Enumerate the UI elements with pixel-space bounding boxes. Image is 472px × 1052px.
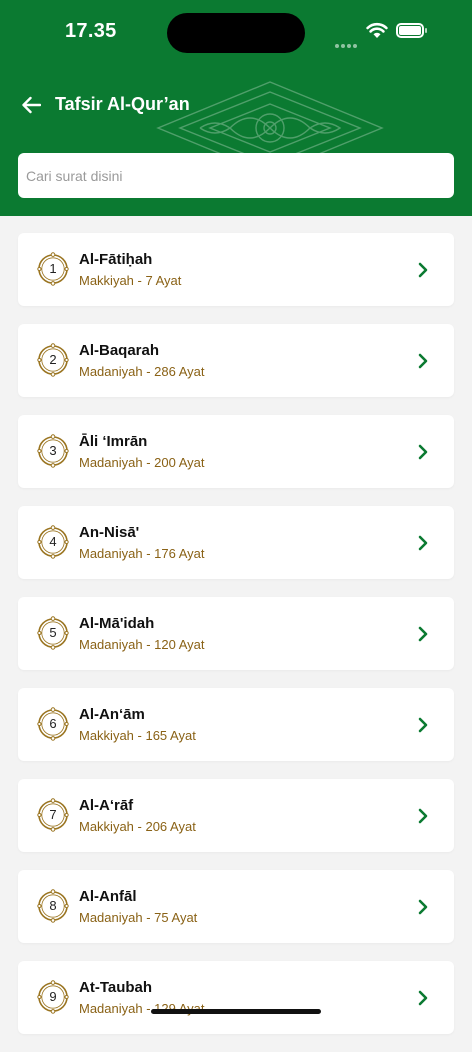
surah-number-badge: 5 [37, 616, 69, 650]
arrow-left-icon [22, 96, 41, 114]
surah-name: Al-A‘rāf [79, 797, 134, 814]
surah-name: At-Taubah [79, 979, 153, 996]
header-bar: 17.35 Tafsir Al-Qur’an Cari surat disini [0, 0, 472, 216]
search-input[interactable] [18, 153, 454, 198]
chevron-right-icon [418, 262, 428, 278]
surah-list-item[interactable]: 5 Al-Mā'idah Madaniyah - 120 Ayat [18, 597, 454, 670]
surah-info: Madaniyah - 75 Ayat [79, 910, 198, 925]
surah-info: Makkiyah - 206 Ayat [79, 819, 196, 834]
page-title: Tafsir Al-Qur’an [55, 94, 190, 114]
surah-info: Madaniyah - 176 Ayat [79, 546, 205, 561]
surah-number: 2 [49, 352, 57, 367]
status-time: 17.35 [65, 20, 117, 42]
surah-list-item[interactable]: 2 Al-Baqarah Madaniyah - 286 Ayat [18, 324, 454, 397]
surah-number-badge: 1 [37, 252, 69, 286]
surah-list-item[interactable]: 7 Al-A‘rāf Makkiyah - 206 Ayat [18, 779, 454, 852]
surah-number: 6 [49, 716, 57, 731]
surah-list-item[interactable]: 8 Al-Anfāl Madaniyah - 75 Ayat [18, 870, 454, 943]
surah-list-item[interactable]: 4 An-Nisā' Madaniyah - 176 Ayat [18, 506, 454, 579]
home-indicator [151, 1009, 321, 1014]
surah-name: Al-Anfāl [79, 888, 137, 905]
back-button[interactable] [14, 88, 48, 122]
surah-number: 4 [49, 534, 57, 549]
chevron-right-icon [418, 717, 428, 733]
chevron-right-icon [418, 353, 428, 369]
surah-info: Madaniyah - 286 Ayat [79, 364, 205, 379]
surah-list-item[interactable]: 1 Al-Fātiḥah Makkiyah - 7 Ayat [18, 233, 454, 306]
status-bar: 17.35 [0, 0, 472, 64]
surah-number-badge: 7 [37, 798, 69, 832]
dynamic-island [167, 13, 305, 53]
surah-list-item[interactable]: 9 At-Taubah Madaniyah - 129 Ayat [18, 961, 454, 1034]
chevron-right-icon [418, 808, 428, 824]
surah-number-badge: 8 [37, 889, 69, 923]
surah-name: Al-Baqarah [79, 342, 160, 359]
chevron-right-icon [418, 626, 428, 642]
surah-number-badge: 4 [37, 525, 69, 559]
surah-number: 1 [49, 261, 57, 276]
surah-list-item[interactable]: 3 Āli ‘Imrān Madaniyah - 200 Ayat [18, 415, 454, 488]
chevron-right-icon [418, 990, 428, 1006]
surah-name: Al-An‘ām [79, 706, 145, 723]
battery-icon [396, 23, 427, 38]
chevron-right-icon [418, 444, 428, 460]
surah-number-badge: 2 [37, 343, 69, 377]
surah-list: 1 Al-Fātiḥah Makkiyah - 7 Ayat 2 Al-Baqa… [18, 233, 454, 1052]
surah-number: 5 [49, 625, 57, 640]
surah-number-badge: 3 [37, 434, 69, 468]
surah-name: Al-Fātiḥah [79, 251, 153, 268]
surah-number: 3 [49, 443, 57, 458]
surah-name: Āli ‘Imrān [79, 433, 148, 450]
surah-number: 8 [49, 898, 57, 913]
surah-name: An-Nisā' [79, 524, 140, 541]
surah-info: Makkiyah - 7 Ayat [79, 273, 182, 288]
surah-number: 9 [49, 989, 57, 1004]
cellular-signal-icon [335, 35, 359, 48]
chevron-right-icon [418, 535, 428, 551]
surah-list-item[interactable]: 6 Al-An‘ām Makkiyah - 165 Ayat [18, 688, 454, 761]
chevron-right-icon [418, 899, 428, 915]
surah-number-badge: 9 [37, 980, 69, 1014]
surah-info: Madaniyah - 200 Ayat [79, 455, 205, 470]
surah-info: Madaniyah - 120 Ayat [79, 637, 205, 652]
surah-name: Al-Mā'idah [79, 615, 155, 632]
surah-number: 7 [49, 807, 57, 822]
surah-number-badge: 6 [37, 707, 69, 741]
surah-info: Makkiyah - 165 Ayat [79, 728, 196, 743]
wifi-icon [366, 22, 388, 44]
